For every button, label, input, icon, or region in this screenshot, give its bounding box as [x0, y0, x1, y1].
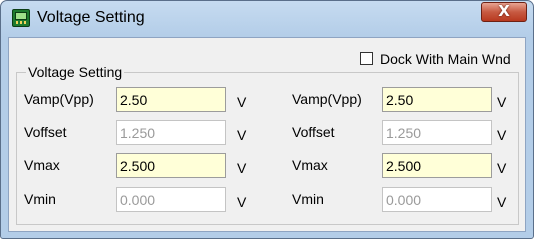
left-vamp-label: Vamp(Vpp) [24, 91, 94, 107]
left-vamp-unit: V [237, 94, 247, 110]
right-vmax-label: Vmax [292, 157, 328, 173]
dock-label: Dock With Main Wnd [380, 51, 511, 67]
left-vmin-unit: V [237, 194, 247, 210]
right-voffset-label: Voffset [292, 124, 335, 140]
checkbox-box[interactable] [360, 52, 373, 65]
right-vmax-input[interactable] [382, 153, 492, 178]
left-vmax-input[interactable] [116, 153, 226, 178]
title-bar[interactable]: Voltage Setting X [1, 1, 533, 37]
right-vmin-unit: V [497, 194, 507, 210]
dock-with-main-checkbox[interactable]: Dock With Main Wnd [360, 51, 511, 67]
voltage-setting-window: Voltage Setting X Dock With Main Wnd Vol… [0, 0, 534, 239]
close-button[interactable]: X [481, 2, 527, 22]
vmin-row: Vmin V Vmin V [17, 187, 518, 213]
voltage-setting-group: Voltage Setting Vamp(Vpp) V Vamp(Vpp) V … [16, 64, 519, 225]
left-vmax-label: Vmax [24, 157, 60, 173]
left-vmin-input [116, 187, 226, 212]
left-vmax-unit: V [237, 160, 247, 176]
right-vamp-label: Vamp(Vpp) [292, 91, 362, 107]
voffset-row: Voffset V Voffset V [17, 120, 518, 146]
right-vamp-input[interactable] [382, 87, 492, 112]
vmax-row: Vmax V Vmax V [17, 153, 518, 179]
left-vamp-input[interactable] [116, 87, 226, 112]
window-title: Voltage Setting [37, 9, 145, 26]
dialog-body: Dock With Main Wnd Voltage Setting Vamp(… [8, 37, 526, 232]
oscilloscope-icon [12, 9, 30, 27]
right-vmin-label: Vmin [292, 191, 324, 207]
right-vmin-input [382, 187, 492, 212]
right-voffset-input [382, 120, 492, 145]
left-voffset-input [116, 120, 226, 145]
right-voffset-unit: V [497, 127, 507, 143]
vamp-row: Vamp(Vpp) V Vamp(Vpp) V [17, 87, 518, 113]
right-vmax-unit: V [497, 160, 507, 176]
group-title: Voltage Setting [26, 64, 125, 80]
left-vmin-label: Vmin [24, 191, 56, 207]
left-voffset-label: Voffset [24, 124, 67, 140]
right-vamp-unit: V [497, 94, 507, 110]
left-voffset-unit: V [237, 127, 247, 143]
